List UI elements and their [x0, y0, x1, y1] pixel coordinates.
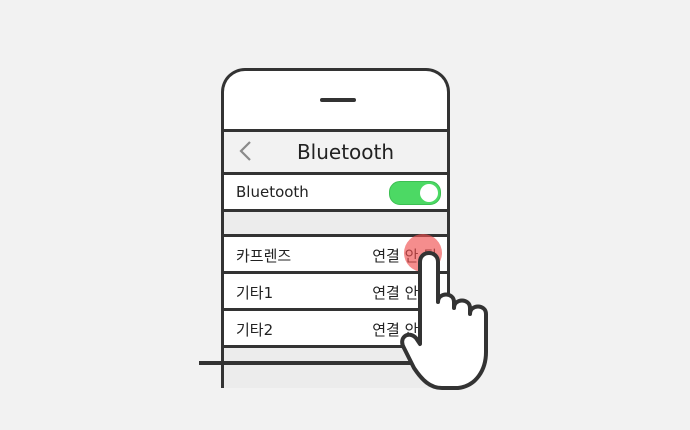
device-name: 기타1 — [236, 284, 274, 302]
bluetooth-label: Bluetooth — [236, 183, 309, 201]
phone-speaker — [320, 98, 356, 102]
section-spacer — [224, 212, 447, 237]
device-name: 카프렌즈 — [236, 247, 292, 265]
toggle-knob — [420, 184, 438, 202]
nav-bar: Bluetooth — [224, 132, 447, 175]
page-title: Bluetooth — [296, 140, 395, 164]
pointing-hand-icon — [400, 251, 488, 390]
bluetooth-toggle-row: Bluetooth — [224, 175, 447, 212]
device-name: 기타2 — [236, 321, 274, 339]
ground-line — [199, 361, 428, 365]
bluetooth-toggle[interactable] — [389, 181, 441, 205]
